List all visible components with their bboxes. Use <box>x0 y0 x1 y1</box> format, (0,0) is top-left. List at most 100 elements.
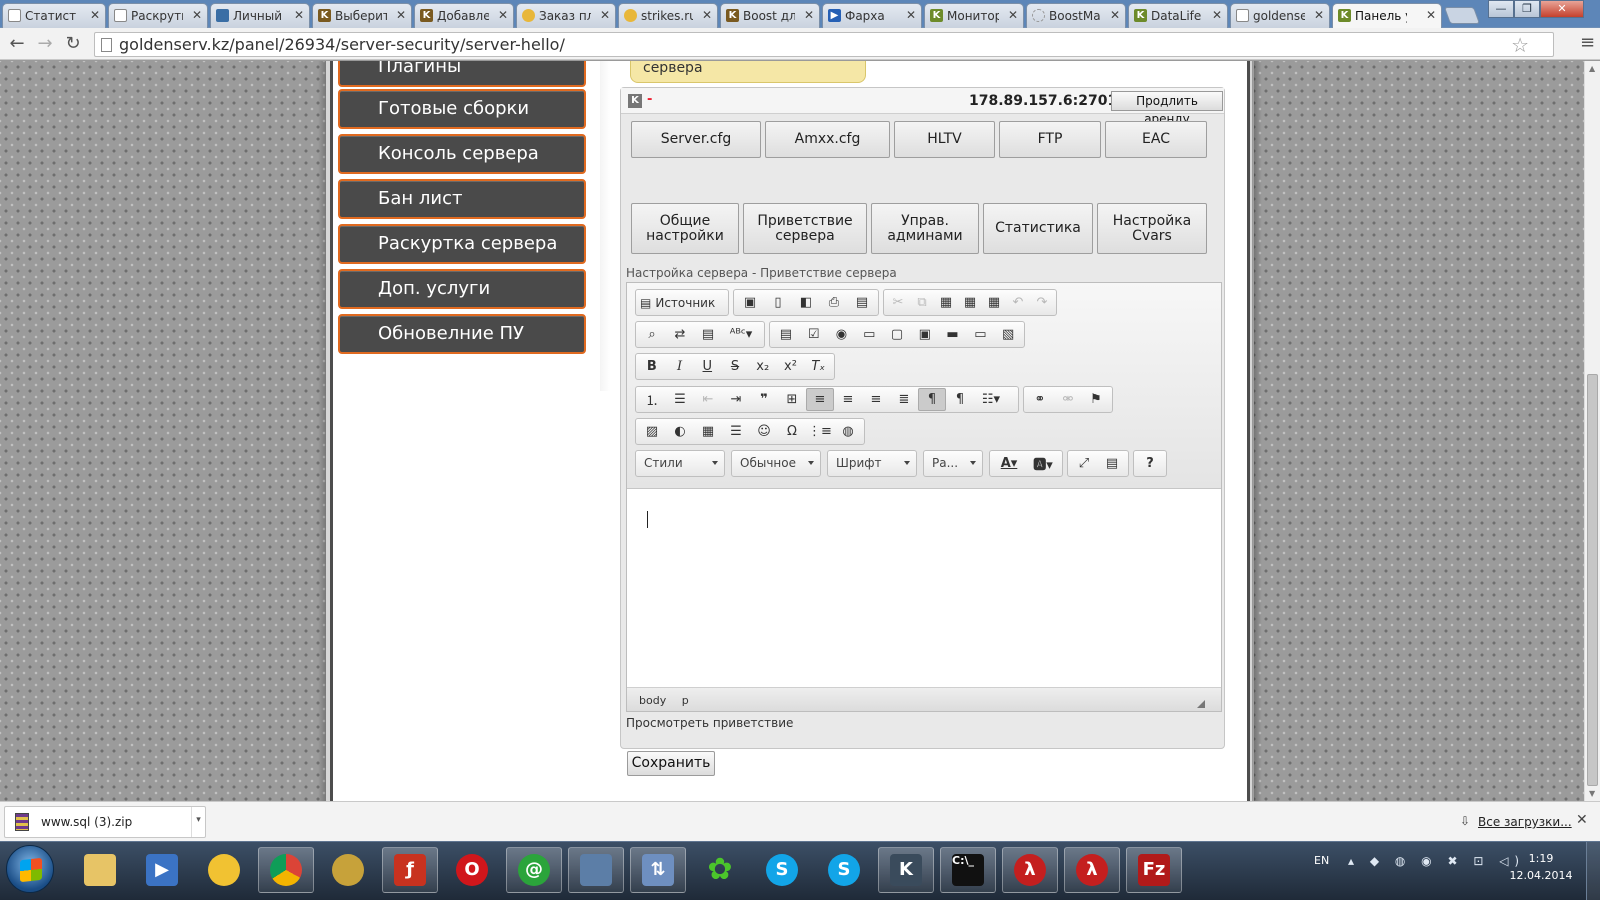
bulleted-list-icon[interactable]: ☰ <box>666 388 694 411</box>
hltv-button[interactable]: HLTV <box>894 121 995 158</box>
close-tab-icon[interactable]: ✕ <box>600 8 610 22</box>
preview-icon[interactable]: ◧ <box>792 291 820 314</box>
browser-tab[interactable]: K Boost дл ✕ <box>720 3 820 28</box>
taskbar-half-life-2[interactable]: λ <box>1064 847 1120 893</box>
menu-icon[interactable]: ≡ <box>1580 32 1595 53</box>
new-page-icon[interactable]: ▯ <box>764 291 792 314</box>
unlink-icon[interactable]: ⚮ <box>1054 388 1082 411</box>
browser-tab[interactable]: BoostMa ✕ <box>1026 3 1126 28</box>
rtl-icon[interactable]: ¶ <box>946 388 974 411</box>
source-button[interactable]: ▤ Источник <box>638 291 719 314</box>
templates-icon[interactable]: ▤ <box>848 291 876 314</box>
select-all-icon[interactable]: ▤ <box>694 323 722 346</box>
tab-manage-admins[interactable]: Управ. админами <box>871 203 979 254</box>
align-right-icon[interactable]: ≡ <box>862 388 890 411</box>
taskbar-half-life[interactable]: λ <box>1002 847 1058 893</box>
bookmark-star-icon[interactable]: ☆ <box>1511 33 1529 57</box>
outdent-icon[interactable]: ⇤ <box>694 388 722 411</box>
forward-arrow-icon[interactable]: → <box>34 33 56 55</box>
taskbar-chrome[interactable] <box>258 847 314 893</box>
blockquote-icon[interactable]: ❞ <box>750 388 778 411</box>
reload-icon[interactable]: ↻ <box>62 33 84 55</box>
show-blocks-icon[interactable]: ▤ <box>1098 452 1126 475</box>
close-tab-icon[interactable]: ✕ <box>906 8 916 22</box>
underline-icon[interactable]: U <box>693 355 721 378</box>
browser-tab[interactable]: Раскрутк ✕ <box>108 3 208 28</box>
preview-greeting-link[interactable]: Просмотреть приветствие <box>626 716 793 730</box>
sidebar-item-update[interactable]: Обновелние ПУ <box>338 314 586 354</box>
browser-tab[interactable]: K Выберит ✕ <box>312 3 412 28</box>
paste-icon[interactable]: ▦ <box>934 291 958 314</box>
browser-tab[interactable]: Личный ✕ <box>210 3 310 28</box>
path-item-body[interactable]: body <box>639 694 666 707</box>
chevron-down-icon[interactable]: ▾ <box>191 807 205 837</box>
paste-text-icon[interactable]: ▦ <box>958 291 982 314</box>
server-cfg-button[interactable]: Server.cfg <box>631 121 761 158</box>
language-indicator[interactable]: EN <box>1314 854 1329 867</box>
find-icon[interactable]: ⌕ <box>638 323 666 346</box>
radio-icon[interactable]: ◉ <box>828 323 856 346</box>
undo-icon[interactable]: ↶ <box>1006 291 1030 314</box>
system-clock[interactable]: 1:19 12.04.2014 <box>1506 850 1576 884</box>
renew-button[interactable]: Продлить аренду <box>1111 91 1223 126</box>
close-tab-icon[interactable]: ✕ <box>192 8 202 22</box>
close-tab-icon[interactable]: ✕ <box>804 8 814 22</box>
tab-server-greeting[interactable]: Приветствие сервера <box>743 203 867 254</box>
taskbar-skype-2[interactable]: S <box>816 847 872 893</box>
size-select[interactable]: Ра... <box>923 450 983 477</box>
taskbar-opera[interactable]: O <box>444 847 500 893</box>
taskbar-cmd[interactable]: C:\_ <box>940 847 996 893</box>
taskbar-icq[interactable]: ✿ <box>692 847 748 893</box>
textarea-icon[interactable]: ▢ <box>883 323 911 346</box>
back-arrow-icon[interactable]: ← <box>6 33 28 55</box>
close-tab-icon[interactable]: ✕ <box>90 8 100 22</box>
close-tab-icon[interactable]: ✕ <box>1426 8 1436 22</box>
replace-icon[interactable]: ⇄ <box>666 323 694 346</box>
taskbar-media-player[interactable]: ▶ <box>134 847 190 893</box>
browser-tab[interactable]: strikes.ru ✕ <box>618 3 718 28</box>
new-tab-button[interactable] <box>1443 7 1481 24</box>
div-container-icon[interactable]: ⊞ <box>778 388 806 411</box>
link-icon[interactable]: ⚭ <box>1026 388 1054 411</box>
paste-word-icon[interactable]: ▦ <box>982 291 1006 314</box>
format-select[interactable]: Обычное <box>731 450 821 477</box>
language-icon[interactable]: ☷▾ <box>974 388 1008 411</box>
maximize-icon[interactable]: ❐ <box>1514 0 1540 18</box>
close-tab-icon[interactable]: ✕ <box>396 8 406 22</box>
all-downloads-link[interactable]: Все загрузки... <box>1478 815 1572 829</box>
browser-tab[interactable]: Статисти✕ <box>2 3 106 28</box>
align-center-icon[interactable]: ≡ <box>834 388 862 411</box>
tab-cvars-settings[interactable]: Настройка Cvars <box>1097 203 1207 254</box>
taskbar-transfer-app[interactable]: ⇅ <box>630 847 686 893</box>
tab-statistics[interactable]: Статистика <box>983 203 1093 254</box>
ltr-icon[interactable]: ¶ <box>918 388 946 411</box>
sidebar-item-extra-services[interactable]: Доп. услуги <box>338 269 586 309</box>
sidebar-item-console[interactable]: Консоль сервера <box>338 134 586 174</box>
save-button[interactable]: Сохранить <box>627 751 715 776</box>
amxx-cfg-button[interactable]: Amxx.cfg <box>765 121 890 158</box>
start-button[interactable] <box>6 845 54 893</box>
print-icon[interactable]: ⎙ <box>820 291 848 314</box>
bold-icon[interactable]: B <box>638 355 666 378</box>
taskbar-counter-strike[interactable]: K <box>878 847 934 893</box>
close-tab-icon[interactable]: ✕ <box>1110 8 1120 22</box>
italic-icon[interactable]: I <box>666 355 694 378</box>
hidden-field-icon[interactable]: ▧ <box>994 323 1022 346</box>
taskbar-app-eye[interactable] <box>320 847 376 893</box>
browser-tab-active[interactable]: K Панель у ✕ <box>1332 3 1442 29</box>
close-window-icon[interactable]: ✕ <box>1540 0 1584 18</box>
text-color-icon[interactable]: A▾ <box>992 452 1026 475</box>
taskbar-mail-agent[interactable]: @ <box>506 847 562 893</box>
sidebar-item-plugins[interactable]: Плагины <box>338 61 586 87</box>
taskbar-explorer[interactable] <box>72 847 128 893</box>
close-tab-icon[interactable]: ✕ <box>702 8 712 22</box>
browser-tab[interactable]: K DataLife ✕ <box>1128 3 1228 28</box>
browser-tab[interactable]: K Добавле ✕ <box>414 3 514 28</box>
editor-content-area[interactable] <box>627 489 1221 687</box>
resize-handle[interactable] <box>1197 700 1205 708</box>
checkbox-icon[interactable]: ☑ <box>800 323 828 346</box>
remove-format-icon[interactable]: Tₓ <box>804 355 832 378</box>
save-icon[interactable]: ▣ <box>736 291 764 314</box>
image-button-icon[interactable]: ▭ <box>966 323 994 346</box>
special-char-icon[interactable]: Ω <box>778 420 806 443</box>
